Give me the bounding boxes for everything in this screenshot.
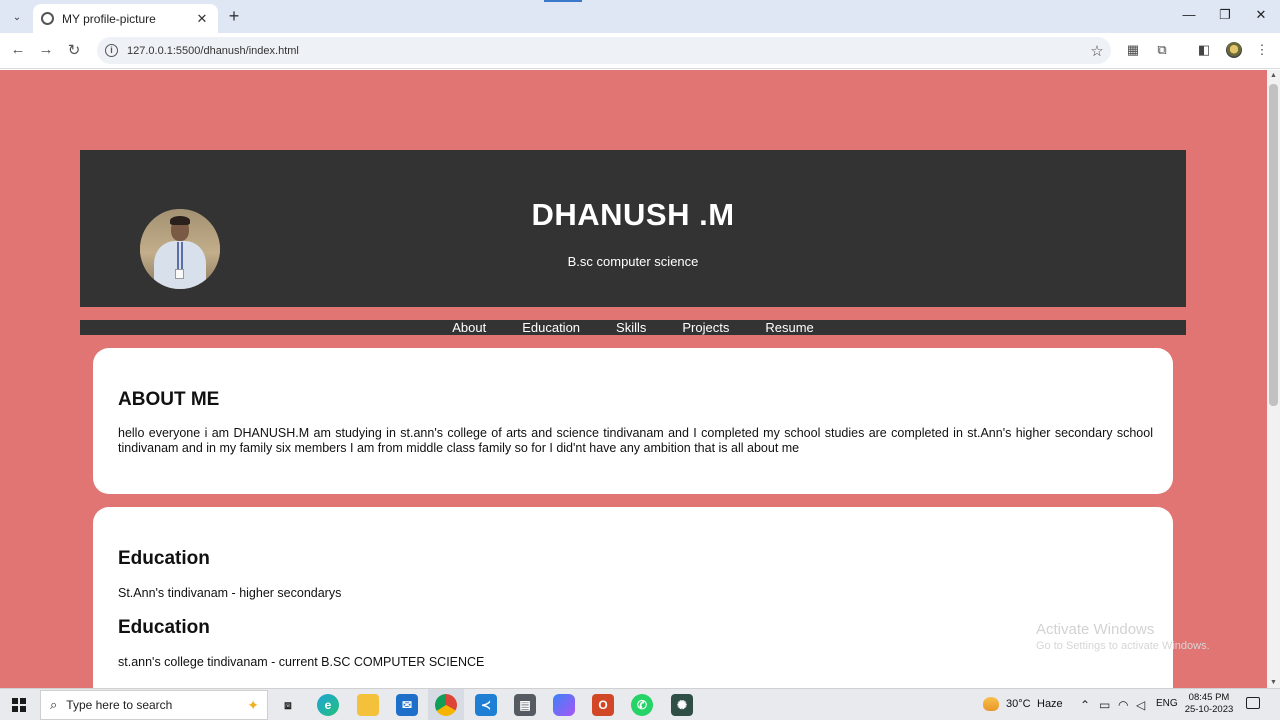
windows-start-icon[interactable] <box>12 698 26 712</box>
bookmark-star-icon[interactable]: ☆ <box>1083 42 1111 60</box>
calculator-icon[interactable]: ▤ <box>514 694 536 716</box>
browser-tab[interactable]: MY profile-picture ✕ <box>33 4 218 33</box>
activate-windows-watermark: Activate Windows Go to Settings to activ… <box>1036 621 1210 652</box>
notification-icon[interactable] <box>1246 697 1260 709</box>
nav-skills[interactable]: Skills <box>616 320 646 335</box>
taskbar-clock[interactable]: 08:45 PM 25-10-2023 <box>1184 692 1234 716</box>
tab-search-button[interactable]: ⌄ <box>6 6 28 28</box>
education-entry: St.Ann's tindivanam - higher secondarys <box>118 586 342 600</box>
tab-indicator <box>544 0 582 2</box>
vscode-icon[interactable]: ≺ <box>475 694 497 716</box>
page-scrollbar[interactable]: ▲ ▼ <box>1267 70 1280 688</box>
education-section: Education St.Ann's tindivanam - higher s… <box>93 507 1173 688</box>
chatgpt-icon[interactable]: ✺ <box>671 694 693 716</box>
menu-icon[interactable]: ⋮ <box>1254 42 1270 58</box>
address-bar[interactable]: i 127.0.0.1:5500/dhanush/index.html ☆ <box>97 37 1111 64</box>
wifi-icon[interactable]: ◠ <box>1118 698 1128 712</box>
copilot-icon[interactable] <box>553 694 575 716</box>
office-icon[interactable]: O <box>592 694 614 716</box>
media-icon[interactable]: ▦ <box>1125 42 1141 58</box>
education-entry: st.ann's college tindivanam - current B.… <box>118 655 485 669</box>
profile-name: DHANUSH .M <box>531 197 735 232</box>
about-text: hello everyone i am DHANUSH.M am studyin… <box>118 426 1153 455</box>
sparkle-icon: ✦ <box>247 696 259 713</box>
speaker-icon[interactable]: ◁ <box>1136 698 1145 712</box>
minimize-button[interactable]: — <box>1180 7 1198 22</box>
nav-about[interactable]: About <box>452 320 486 335</box>
scroll-down-arrow-icon[interactable]: ▼ <box>1267 679 1280 686</box>
nav-projects[interactable]: Projects <box>682 320 729 335</box>
profile-header: DHANUSH .M B.sc computer science <box>80 150 1186 307</box>
mail-icon[interactable]: ✉ <box>396 694 418 716</box>
profile-avatar[interactable] <box>1226 42 1242 58</box>
side-panel-icon[interactable]: ◧ <box>1196 42 1212 58</box>
task-view-icon[interactable]: ⧈ <box>277 694 299 716</box>
education-heading: Education <box>118 548 210 569</box>
extensions-icon[interactable]: ⧉ <box>1154 42 1170 58</box>
language-indicator[interactable]: ENG <box>1156 698 1178 709</box>
about-heading: ABOUT ME <box>118 389 220 410</box>
chevron-up-icon[interactable]: ⌃ <box>1080 698 1090 712</box>
weather-temp[interactable]: 30°C <box>1006 698 1031 710</box>
windows-taskbar: ⌕ Type here to search ✦ ⧈ e ✉ ≺ ▤ O ✆ ✺ … <box>0 688 1280 720</box>
scroll-up-arrow-icon[interactable]: ▲ <box>1267 72 1280 79</box>
tab-close-button[interactable]: ✕ <box>194 11 210 27</box>
page-viewport: DHANUSH .M B.sc computer science About E… <box>0 70 1267 688</box>
url-text[interactable]: 127.0.0.1:5500/dhanush/index.html <box>127 45 1083 57</box>
search-placeholder: Type here to search <box>66 698 173 712</box>
profile-subtitle: B.sc computer science <box>567 254 699 269</box>
about-section: ABOUT ME hello everyone i am DHANUSH.M a… <box>93 348 1173 494</box>
search-icon: ⌕ <box>50 697 58 712</box>
watermark-title: Activate Windows <box>1036 621 1155 638</box>
browser-tabstrip: ⌄ MY profile-picture ✕ + — ❐ ✕ <box>0 0 1280 33</box>
back-icon[interactable]: ← <box>8 41 28 58</box>
new-tab-button[interactable]: + <box>224 6 244 27</box>
scroll-thumb[interactable] <box>1269 84 1278 406</box>
file-explorer-icon[interactable] <box>357 694 379 716</box>
chrome-icon[interactable] <box>435 694 457 716</box>
browser-toolbar: ← → ↻ i 127.0.0.1:5500/dhanush/index.htm… <box>0 33 1280 69</box>
tab-title: MY profile-picture <box>62 11 156 26</box>
close-window-button[interactable]: ✕ <box>1252 7 1270 23</box>
education-heading: Education <box>118 617 210 638</box>
nav-resume[interactable]: Resume <box>765 320 813 335</box>
clock-time: 08:45 PM <box>1188 692 1230 703</box>
nav-bar: About Education Skills Projects Resume <box>80 320 1186 335</box>
forward-icon[interactable]: → <box>36 41 56 58</box>
edge-icon[interactable]: e <box>317 694 339 716</box>
clock-date: 25-10-2023 <box>1184 704 1234 715</box>
watermark-subtitle: Go to Settings to activate Windows. <box>1036 640 1210 652</box>
whatsapp-icon[interactable]: ✆ <box>631 694 653 716</box>
battery-icon[interactable]: ▭ <box>1099 698 1110 712</box>
weather-desc[interactable]: Haze <box>1037 698 1063 710</box>
taskbar-search-box[interactable]: ⌕ Type here to search ✦ <box>40 690 268 720</box>
maximize-button[interactable]: ❐ <box>1216 7 1234 23</box>
weather-icon <box>983 697 999 711</box>
globe-icon <box>41 12 54 25</box>
site-info-icon[interactable]: i <box>105 44 118 57</box>
nav-education[interactable]: Education <box>522 320 580 335</box>
reload-icon[interactable]: ↻ <box>64 41 84 59</box>
